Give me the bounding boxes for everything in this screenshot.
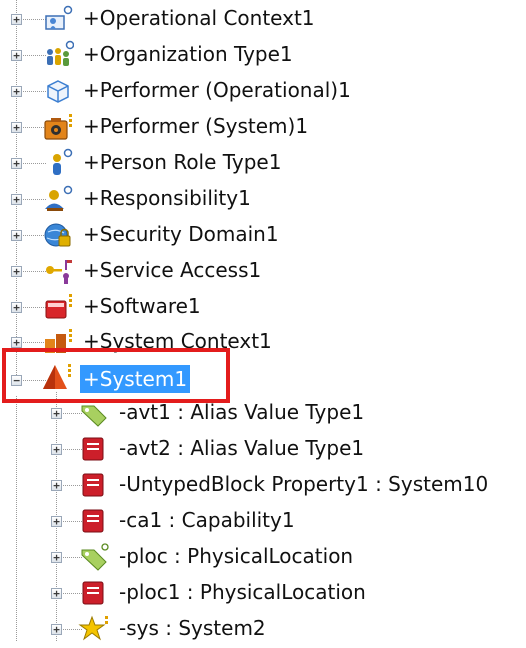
performer-system-icon <box>44 114 72 140</box>
tree-item-label: +Service Access1 <box>83 258 262 282</box>
organization-type-icon <box>47 40 74 66</box>
expand-toggle[interactable]: + <box>11 50 22 61</box>
model-tree: + +Operational Context1 + +Organization … <box>0 0 526 641</box>
tree-item-untyped-block-property[interactable]: + -UntypedBlock Property1 : System10 <box>0 468 526 504</box>
tree-item-label: -avt2 : Alias Value Type1 <box>119 436 365 460</box>
tree-item-label: -ca1 : Capability1 <box>119 508 295 532</box>
tree-item-label: +Organization Type1 <box>83 42 293 66</box>
tree-item-label: +Person Role Type1 <box>83 150 282 174</box>
person-role-type-icon <box>53 148 73 175</box>
responsibility-icon <box>45 185 73 211</box>
tree-item-performer-system[interactable]: + +Performer (System)1 <box>0 110 526 146</box>
tree-item-label: +Responsibility1 <box>83 186 251 210</box>
expand-toggle[interactable]: + <box>11 194 22 205</box>
expand-toggle[interactable]: + <box>11 266 22 277</box>
tree-item-label: -ploc1 : PhysicalLocation <box>119 580 366 604</box>
tree-item-organization-type[interactable]: + +Organization Type1 <box>0 38 526 74</box>
tree-item-label: +Performer (Operational)1 <box>83 78 351 102</box>
expand-toggle[interactable]: + <box>51 480 62 491</box>
service-access-icon <box>46 260 72 284</box>
expand-toggle[interactable]: + <box>51 624 62 635</box>
tree-item-label: -ploc : PhysicalLocation <box>119 544 354 568</box>
expand-toggle[interactable]: + <box>11 230 22 241</box>
software-icon <box>45 294 72 319</box>
expand-toggle[interactable]: + <box>11 122 22 133</box>
tree-item-label: +Operational Context1 <box>83 6 315 30</box>
tree-item-label: +Software1 <box>83 294 201 318</box>
tree-item-label: -UntypedBlock Property1 : System10 <box>119 472 489 496</box>
expand-toggle[interactable]: + <box>51 408 62 419</box>
star-icon <box>78 615 108 641</box>
tree-item-label: -sys : System2 <box>119 616 266 640</box>
expand-toggle[interactable]: + <box>51 552 62 563</box>
tree-item-security-domain[interactable]: + +Security Domain1 <box>0 218 526 254</box>
expand-toggle[interactable]: + <box>11 337 22 348</box>
expand-toggle[interactable]: + <box>11 14 22 25</box>
tree-item-ploc[interactable]: + -ploc : PhysicalLocation <box>0 540 526 576</box>
performer-operational-icon <box>47 80 69 103</box>
tree-item-avt2[interactable]: + -avt2 : Alias Value Type1 <box>0 432 526 468</box>
tree-item-operational-context[interactable]: + +Operational Context1 <box>0 2 526 38</box>
tree-item-sys[interactable]: + -sys : System2 <box>0 612 526 648</box>
operational-context-icon <box>45 5 73 30</box>
expand-toggle[interactable]: + <box>51 588 62 599</box>
value-type-icon <box>81 543 109 571</box>
tree-item-person-role-type[interactable]: + +Person Role Type1 <box>0 146 526 182</box>
tree-item-label: +Security Domain1 <box>83 222 279 246</box>
tree-item-software[interactable]: + +Software1 <box>0 290 526 326</box>
expand-toggle[interactable]: + <box>11 302 22 313</box>
expand-toggle[interactable]: + <box>11 86 22 97</box>
expand-toggle[interactable]: + <box>11 158 22 169</box>
block-property-icon <box>82 581 104 605</box>
highlight-box <box>2 348 230 403</box>
tree-item-responsibility[interactable]: + +Responsibility1 <box>0 182 526 218</box>
expand-toggle[interactable]: + <box>51 516 62 527</box>
tree-item-ploc1[interactable]: + -ploc1 : PhysicalLocation <box>0 576 526 612</box>
block-property-icon <box>82 473 104 497</box>
security-domain-icon <box>44 223 71 247</box>
expand-toggle[interactable]: + <box>51 444 62 455</box>
block-property-icon <box>82 509 104 533</box>
tree-item-label: +Performer (System)1 <box>83 114 309 138</box>
tree-item-performer-operational[interactable]: + +Performer (Operational)1 <box>0 74 526 110</box>
tree-item-service-access[interactable]: + +Service Access1 <box>0 254 526 290</box>
tree-item-ca1[interactable]: + -ca1 : Capability1 <box>0 504 526 540</box>
block-property-icon <box>82 437 104 461</box>
